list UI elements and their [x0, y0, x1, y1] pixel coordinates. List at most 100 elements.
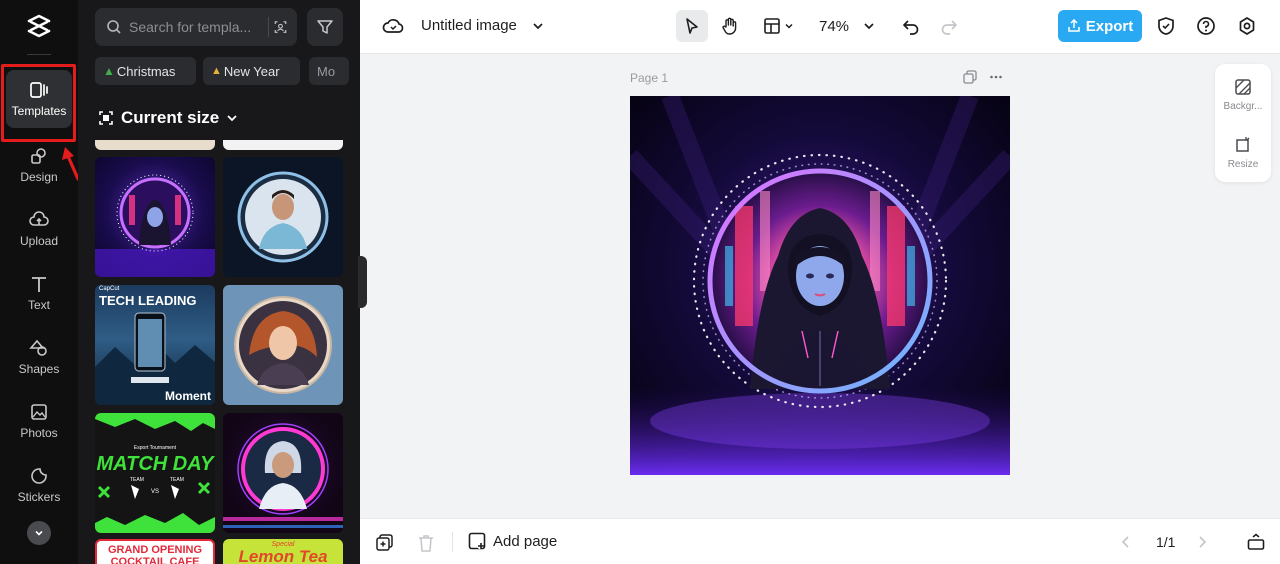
background-icon: [1235, 79, 1251, 95]
hand-icon: [722, 17, 737, 35]
template-tile-tech-leading[interactable]: CapCut TECH LEADING Moment: [95, 285, 215, 405]
canvas-artboard[interactable]: [630, 96, 1010, 475]
add-page-button[interactable]: Add page: [468, 532, 557, 550]
tile-title: TECH LEADING: [99, 293, 197, 308]
tile-vs: VS: [151, 489, 160, 495]
rail-item-shapes[interactable]: Shapes: [6, 328, 72, 386]
panel-collapse-handle[interactable]: [358, 256, 367, 308]
rail-item-stickers[interactable]: Stickers: [6, 456, 72, 514]
rail-item-label: Design: [20, 170, 58, 184]
rail-item-photos[interactable]: Photos: [6, 392, 72, 450]
bottom-bar: Add page 1/1: [360, 518, 1280, 564]
more-options-icon[interactable]: [989, 70, 1003, 84]
chevron-down-icon[interactable]: [530, 18, 546, 34]
rail-item-upload[interactable]: Upload: [6, 200, 72, 258]
top-bar: Untitled image 74% Export: [360, 0, 1280, 54]
template-tile-portrait-man[interactable]: [223, 157, 343, 277]
template-tile-neon-portrait[interactable]: [223, 413, 343, 533]
tile-footer: Moment: [165, 389, 211, 403]
document-title[interactable]: Untitled image: [421, 17, 517, 34]
chip-christmas[interactable]: ▲ Christmas: [95, 57, 196, 85]
previous-page-icon[interactable]: [1120, 535, 1132, 549]
export-label: Export: [1085, 17, 1134, 35]
settings-button[interactable]: [1235, 10, 1259, 42]
shield-icon: [1158, 17, 1174, 35]
undo-button[interactable]: [898, 10, 924, 42]
resize-tool[interactable]: Resize: [1215, 136, 1271, 170]
template-thumbnail: [95, 174, 215, 277]
background-tool[interactable]: Backgr...: [1215, 78, 1271, 112]
export-button[interactable]: Export: [1058, 10, 1142, 42]
zoom-value: 74%: [818, 17, 850, 35]
page-label: Page 1: [630, 71, 669, 85]
template-tile-grand-opening[interactable]: GRAND OPENING COCKTAIL CAFE: [95, 539, 215, 564]
filter-icon: [317, 20, 333, 34]
chip-new-year[interactable]: ▲ New Year: [203, 57, 300, 85]
bottom-divider: [452, 532, 453, 552]
template-tile-lemon-tea[interactable]: Special Lemon Tea: [223, 539, 343, 564]
resize-icon: [1236, 137, 1250, 152]
shield-button[interactable]: [1154, 10, 1178, 42]
chip-more[interactable]: Mo: [309, 57, 349, 85]
help-button[interactable]: [1194, 10, 1218, 42]
export-icon: [1067, 19, 1080, 32]
tile-subtitle: Esport Tournament: [133, 445, 177, 451]
chevron-down-icon: [227, 115, 237, 122]
zoom-select[interactable]: 74%: [812, 10, 882, 42]
tile-brand: CapCut: [99, 286, 120, 292]
collapse-pages-icon[interactable]: [1247, 533, 1265, 551]
redo-button[interactable]: [936, 10, 962, 42]
rail-item-text[interactable]: Text: [6, 264, 72, 322]
rail-item-label: Photos: [20, 426, 58, 440]
add-element-icon[interactable]: [376, 534, 394, 552]
hand-tool-button[interactable]: [714, 10, 746, 42]
chevron-down-icon: [864, 23, 874, 30]
duplicate-page-icon[interactable]: [963, 70, 977, 84]
chip-label: Mo: [317, 63, 336, 79]
select-tool-button[interactable]: [676, 10, 708, 42]
rail-more-button[interactable]: [27, 521, 51, 545]
template-tile-partial[interactable]: [95, 140, 215, 150]
search-box[interactable]: [95, 8, 297, 46]
redo-icon: [941, 20, 957, 35]
undo-icon: [903, 20, 919, 35]
gear-icon: [1239, 17, 1255, 35]
template-tile-partial[interactable]: [223, 140, 343, 150]
rail-item-label: Stickers: [17, 490, 61, 504]
search-input[interactable]: [129, 19, 259, 35]
tile-subtitle: COCKTAIL CAFE: [110, 556, 200, 564]
layout-menu-button[interactable]: [758, 10, 798, 42]
template-thumbnail: [234, 296, 332, 394]
design-icon: [31, 148, 46, 164]
next-page-icon[interactable]: [1196, 535, 1208, 549]
template-tile-match-day[interactable]: Esport Tournament MATCH DAY TEAM VS TEAM: [95, 413, 215, 533]
filter-button[interactable]: [307, 8, 343, 46]
template-tile-neon-hacker[interactable]: [95, 157, 215, 277]
size-label: Current size: [121, 108, 220, 127]
template-thumbnail: [237, 171, 329, 263]
cloud-sync-icon[interactable]: [382, 15, 404, 37]
current-size-icon: [99, 111, 113, 125]
trash-icon[interactable]: [418, 534, 434, 552]
add-page-label: Add page: [493, 532, 558, 550]
shapes-icon: [29, 339, 47, 356]
right-tools-panel: Backgr... Resize: [1215, 64, 1271, 182]
rail-item-label: Upload: [19, 234, 59, 248]
capcut-logo-icon[interactable]: [25, 12, 53, 40]
text-icon: [32, 277, 46, 292]
chip-label: Christmas: [116, 63, 176, 79]
tool-label: Resize: [1227, 159, 1259, 170]
tile-team-right: TEAM: [170, 477, 184, 483]
size-selector[interactable]: Current size: [98, 108, 238, 128]
template-tile-portrait-woman[interactable]: [223, 285, 343, 405]
party-icon: ▲: [211, 65, 222, 77]
upload-icon: [29, 211, 49, 226]
templates-panel: ▲ Christmas ▲ New Year Mo Current size: [78, 0, 360, 564]
stickers-icon: [31, 468, 47, 484]
help-icon: [1197, 17, 1215, 35]
image-search-icon[interactable]: [268, 17, 288, 37]
chip-label: New Year: [223, 63, 280, 79]
page-actions: [963, 70, 1003, 84]
rail-item-label: Text: [27, 298, 50, 312]
cursor-icon: [686, 18, 698, 34]
